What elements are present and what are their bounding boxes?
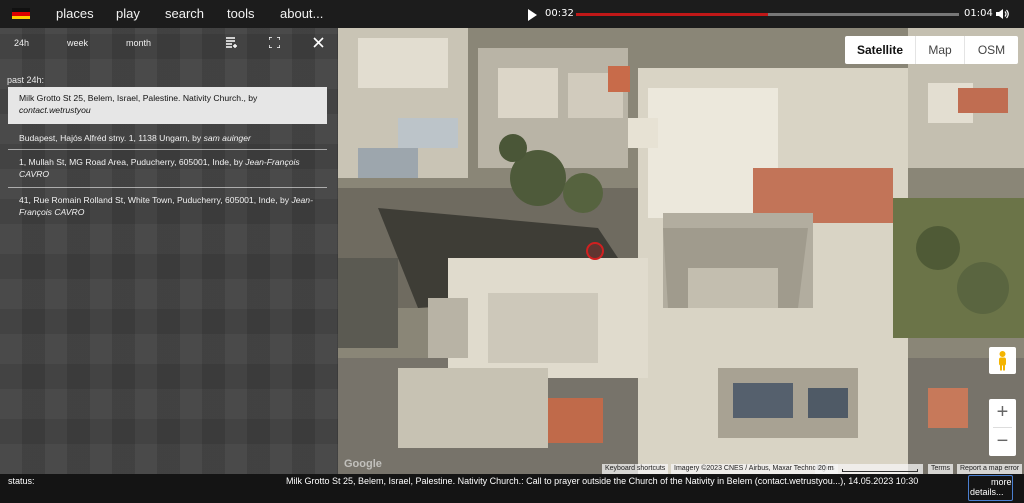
section-title: past 24h: xyxy=(7,75,45,85)
volume-icon[interactable] xyxy=(995,7,1009,21)
item-author: sam auinger xyxy=(203,133,251,143)
item-address: 1, Mullah St, MG Road Area, Puducherry, … xyxy=(19,157,243,167)
status-label: status: xyxy=(8,476,35,486)
list-item[interactable]: Budapest, Hajós Alfréd stny. 1, 1138 Ung… xyxy=(8,127,327,149)
pegman-icon[interactable] xyxy=(989,347,1016,374)
zoom-in-button[interactable]: + xyxy=(989,399,1016,427)
report-map-error-link[interactable]: Report a map error xyxy=(957,464,1023,474)
item-address: Budapest, Hajós Alfréd stny. 1, 1138 Ung… xyxy=(19,133,202,143)
terms-link[interactable]: Terms xyxy=(928,464,954,474)
scale-bar[interactable]: 20 m xyxy=(815,464,923,474)
tab-24h[interactable]: 24h xyxy=(14,38,29,48)
list-item[interactable]: 1, Mullah St, MG Road Area, Puducherry, … xyxy=(8,151,327,187)
item-author: contact.wetrustyou xyxy=(19,105,91,115)
nav-play[interactable]: play xyxy=(116,6,140,21)
location-marker[interactable] xyxy=(586,242,604,260)
fullscreen-icon[interactable] xyxy=(269,37,280,48)
tab-month[interactable]: month xyxy=(126,38,151,48)
zoom-control: + − xyxy=(989,399,1016,456)
top-bar: places play search tools about... 00:32 … xyxy=(0,0,1024,28)
map-type-osm[interactable]: OSM xyxy=(964,36,1018,64)
satellite-map[interactable]: Satellite Map OSM + − Google Keyboard sh… xyxy=(338,28,1024,474)
divider xyxy=(8,149,327,150)
germany-flag-icon[interactable] xyxy=(12,8,30,19)
details-label[interactable]: details... xyxy=(970,487,1004,497)
nav-places[interactable]: places xyxy=(56,6,94,21)
play-icon[interactable] xyxy=(528,9,537,21)
places-panel: 24h week month past 24h: Milk Grotto St … xyxy=(0,28,338,474)
item-address: Milk Grotto St 25, Belem, Israel, Palest… xyxy=(19,93,258,103)
progress-slider[interactable] xyxy=(576,13,959,16)
zoom-out-button[interactable]: − xyxy=(989,428,1016,456)
item-address: 41, Rue Romain Rolland St, White Town, P… xyxy=(19,195,290,205)
nav-search[interactable]: search xyxy=(165,6,204,21)
status-bar: status: Milk Grotto St 25, Belem, Israel… xyxy=(0,474,1024,503)
keyboard-shortcuts-link[interactable]: Keyboard shortcuts xyxy=(602,464,669,474)
duration-time: 01:04 xyxy=(964,8,993,19)
scale-line xyxy=(842,469,918,472)
imagery-attribution: Imagery ©2023 CNES / Airbus, Maxar Techn… xyxy=(671,464,838,474)
map-type-satellite[interactable]: Satellite xyxy=(845,36,915,64)
divider xyxy=(8,187,327,188)
scale-label: 20 m xyxy=(818,465,834,472)
close-icon[interactable] xyxy=(313,37,324,48)
status-text: Milk Grotto St 25, Belem, Israel, Palest… xyxy=(286,476,919,486)
tab-week[interactable]: week xyxy=(67,38,88,48)
google-logo: Google xyxy=(344,458,382,470)
progress-fill xyxy=(576,13,768,16)
elapsed-time: 00:32 xyxy=(545,8,574,19)
list-item[interactable]: Milk Grotto St 25, Belem, Israel, Palest… xyxy=(8,87,327,124)
nav-about[interactable]: about... xyxy=(280,6,323,21)
list-icon[interactable] xyxy=(226,37,238,48)
map-type-map[interactable]: Map xyxy=(915,36,964,64)
nav-tools[interactable]: tools xyxy=(227,6,254,21)
list-item[interactable]: 41, Rue Romain Rolland St, White Town, P… xyxy=(8,189,327,225)
satellite-imagery xyxy=(338,28,1024,474)
